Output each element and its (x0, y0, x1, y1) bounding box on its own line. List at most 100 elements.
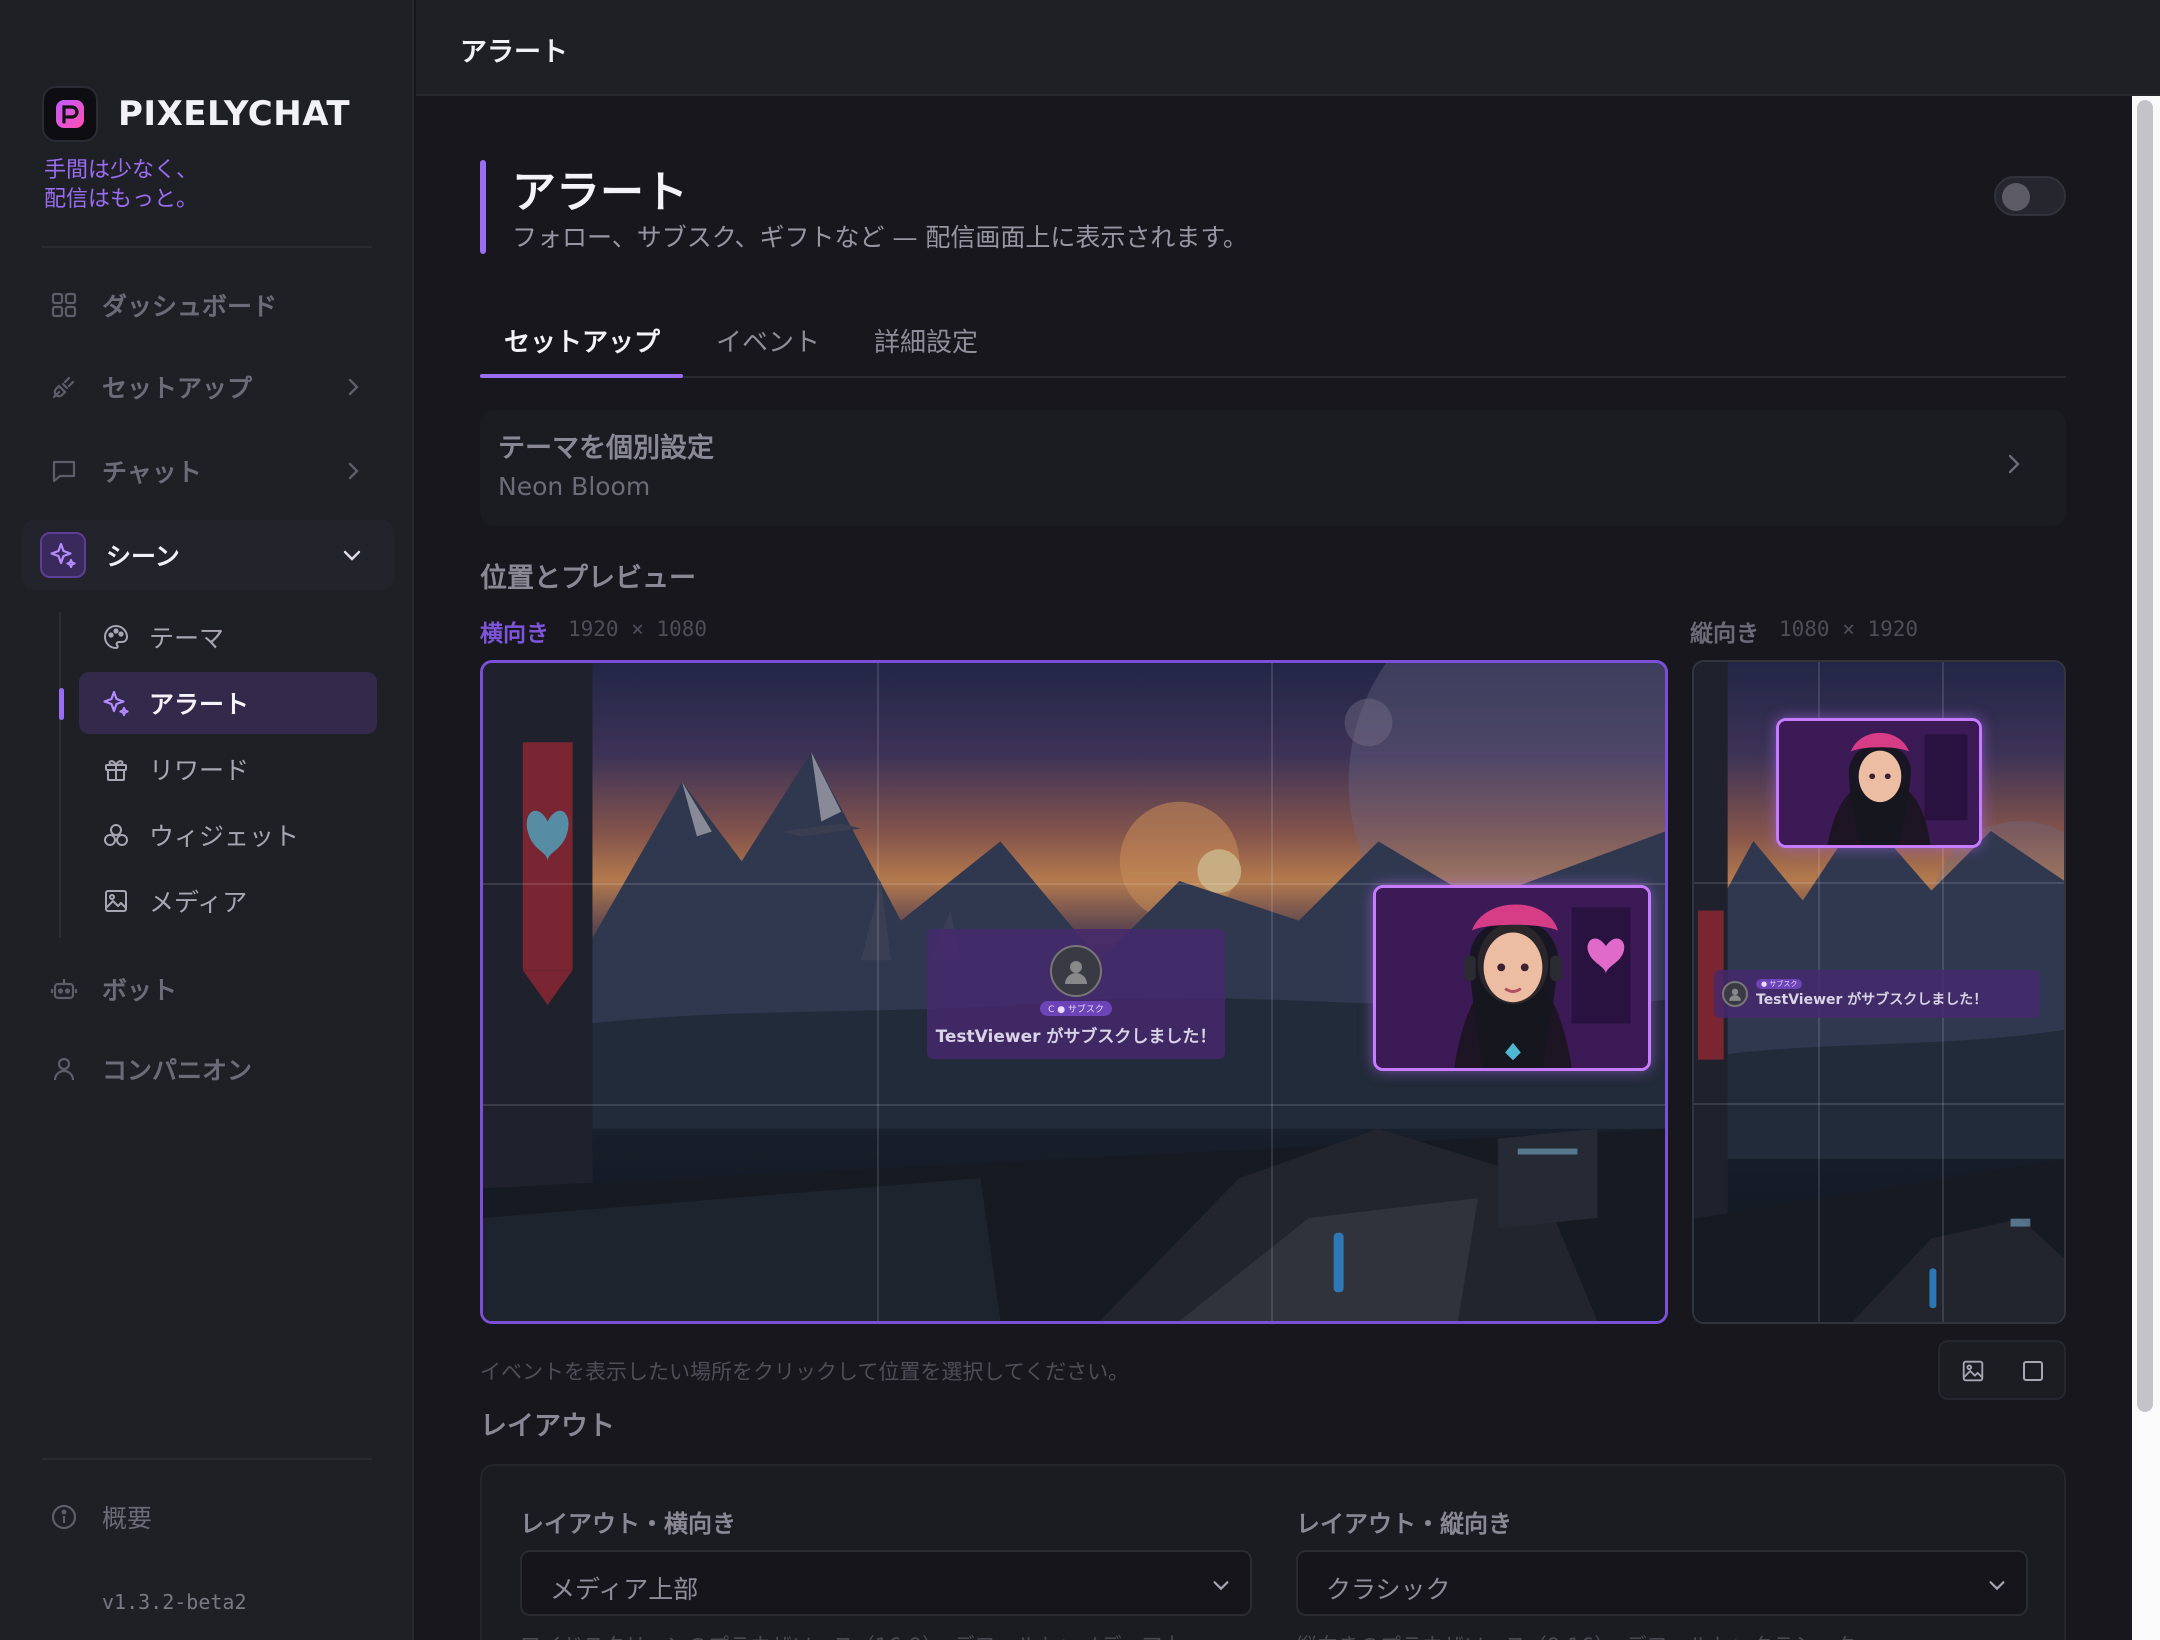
bot-icon (46, 971, 82, 1007)
sidebar: PIXELYCHAT 手間は少なく、 配信はもっと。 ダッシュボード セットアッ… (0, 0, 414, 1640)
theme-override-label: テーマを個別設定 (498, 433, 714, 464)
sidebar-subitem-label: アラート (149, 690, 250, 719)
topbar-title: アラート (460, 37, 568, 68)
submenu-rail (59, 612, 61, 938)
scrollbar-thumb[interactable] (2137, 100, 2153, 1412)
sidebar-item-bot[interactable]: ボット (22, 954, 394, 1024)
landscape-layout-helper: ワイドスクリーンのプラウザソース（16:9）。デフォルト：メディア上 (520, 1630, 1183, 1640)
grid-line (1694, 1103, 2064, 1105)
chevron-right-icon (2002, 450, 2026, 482)
landscape-label[interactable]: 横向き (480, 614, 549, 648)
avatar (1050, 945, 1102, 997)
chevron-down-icon (340, 543, 364, 571)
landscape-layout-select[interactable]: メディア上部 (520, 1550, 1252, 1616)
active-indicator (59, 688, 64, 720)
chat-bubble-icon (46, 453, 82, 489)
tab-events[interactable]: イベント (716, 322, 820, 359)
alert-preview-card[interactable]: ● サブスク TestViewer がサブスクしました！ (1714, 970, 2040, 1018)
tab-advanced[interactable]: 詳細設定 (874, 322, 978, 359)
title-accent-bar (480, 160, 486, 254)
sidebar-item-label: セットアップ (102, 374, 253, 403)
select-value: メディア上部 (550, 1575, 699, 1604)
alert-message: TestViewer がサブスクしました！ (1756, 992, 1988, 1008)
page-subtitle: フォロー、サブスク、ギフトなど — 配信画面上に表示されます。 (512, 223, 1248, 252)
grid-line (877, 663, 879, 1321)
tagline: 手間は少なく、 配信はもっと。 (44, 156, 198, 214)
info-icon (46, 1499, 82, 1535)
tagline-line2: 配信はもっと。 (44, 187, 199, 212)
brand[interactable]: PIXELYCHAT (42, 86, 350, 142)
chevron-down-icon (1210, 1574, 1232, 1600)
portrait-preview[interactable]: ● サブスク TestViewer がサブスクしました！ (1692, 660, 2066, 1324)
sidebar-item-label: ダッシュボード (102, 292, 278, 321)
plug-icon (46, 369, 82, 405)
sidebar-item-label: ボット (102, 976, 178, 1005)
sidebar-divider (42, 246, 372, 248)
avatar-silhouette-icon (1729, 988, 1741, 1001)
sidebar-subitem-widgets[interactable]: ウィジェット (79, 804, 377, 866)
alert-media-preview[interactable] (1373, 885, 1651, 1071)
grid-line (1271, 663, 1273, 1321)
landscape-layout-label: レイアウト・横向き (520, 1510, 736, 1538)
streamer-avatar-image (1779, 721, 1979, 845)
portrait-label[interactable]: 縦向き (1690, 614, 1759, 648)
sidebar-subitem-alerts[interactable]: アラート (79, 672, 377, 734)
sidebar-item-about[interactable]: 概要 (22, 1482, 394, 1552)
avatar (1722, 981, 1748, 1007)
sidebar-item-chat[interactable]: チャット (22, 436, 394, 506)
app-name: PIXELYCHAT (118, 94, 351, 134)
sparkle-icon (99, 686, 133, 720)
sidebar-item-label: コンパニオン (102, 1056, 253, 1085)
layout-card: レイアウト・横向き メディア上部 ワイドスクリーンのプラウザソース（16:9）。… (480, 1464, 2066, 1640)
portrait-layout-select[interactable]: クラシック (1296, 1550, 2028, 1616)
show-background-image-icon[interactable] (1958, 1356, 1988, 1386)
alert-preview-card[interactable]: C ● サブスク TestViewer がサブスクしました！ (927, 929, 1225, 1059)
sidebar-subitem-label: テーマ (149, 624, 225, 653)
active-tab-indicator (480, 374, 683, 378)
page-title: アラート (512, 167, 688, 218)
sidebar-item-companion[interactable]: コンパニオン (22, 1034, 394, 1104)
sidebar-item-scene[interactable]: シーン (22, 520, 394, 590)
sidebar-divider (42, 1458, 372, 1460)
alert-event-tag: C ● サブスク (1040, 1001, 1112, 1016)
alert-event-tag: ● サブスク (1756, 979, 1803, 989)
sidebar-subitem-label: メディア (149, 888, 248, 917)
gift-icon (99, 752, 133, 786)
sidebar-item-label: シーン (106, 542, 180, 571)
toggle-knob (2002, 183, 2030, 211)
sidebar-subitem-rewards[interactable]: リワード (79, 738, 377, 800)
alert-media-preview[interactable] (1776, 718, 1982, 848)
position-preview-heading: 位置とプレビュー (480, 563, 696, 594)
tab-bar: セットアップ イベント 詳細設定 (480, 310, 2066, 378)
palette-icon (99, 620, 133, 654)
chevron-right-icon (342, 375, 364, 403)
alerts-enable-toggle[interactable] (1994, 176, 2066, 216)
theme-override-value: Neon Bloom (498, 472, 651, 501)
sidebar-subitem-media[interactable]: メディア (79, 870, 377, 932)
portrait-layout-helper: 縦向きのプラウザソース（9:16）。デフォルト：クラシック (1296, 1630, 1856, 1640)
theme-override-row[interactable]: テーマを個別設定 Neon Bloom (480, 410, 2066, 526)
sidebar-subitem-label: リワード (149, 756, 250, 785)
tab-setup[interactable]: セットアップ (504, 322, 660, 359)
sidebar-item-dashboard[interactable]: ダッシュボード (22, 270, 394, 340)
pixelychat-logo-icon (42, 86, 98, 142)
select-value: クラシック (1326, 1575, 1451, 1604)
sidebar-subitem-theme[interactable]: テーマ (79, 606, 377, 668)
blank-background-icon[interactable] (2018, 1356, 2048, 1386)
avatar-silhouette-icon (1065, 961, 1087, 984)
streamer-avatar-image (1376, 888, 1648, 1068)
portrait-layout-label: レイアウト・縦向き (1296, 1510, 1512, 1538)
chevron-right-icon (342, 459, 364, 487)
landscape-preview[interactable]: C ● サブスク TestViewer がサブスクしました！ (480, 660, 1668, 1324)
sidebar-subitem-label: ウィジェット (149, 822, 300, 851)
landscape-dims: 1920 × 1080 (568, 617, 708, 641)
position-hint: イベントを表示したい場所をクリックして位置を選択してください。 (480, 1360, 1130, 1384)
alert-message: TestViewer がサブスクしました！ (935, 1027, 1217, 1047)
sidebar-item-label: 概要 (102, 1504, 153, 1533)
sparkle-icon (40, 532, 86, 578)
shapes-icon (99, 818, 133, 852)
grid-icon (46, 287, 82, 323)
alert-body: ● サブスク TestViewer がサブスクしました！ (1756, 979, 1987, 1009)
grid-line (1694, 882, 2064, 884)
sidebar-item-setup[interactable]: セットアップ (22, 352, 394, 422)
